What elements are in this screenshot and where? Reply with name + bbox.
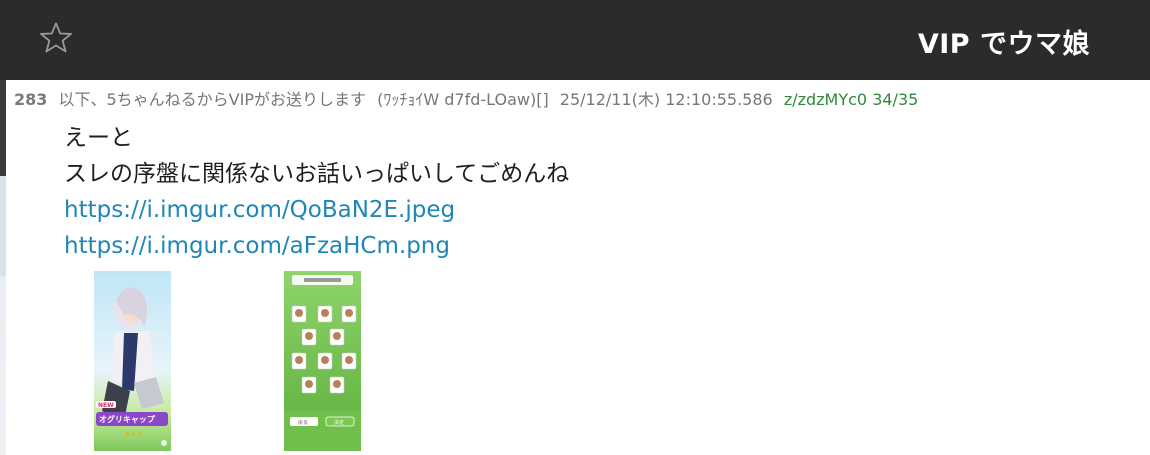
- svg-text:オグリキャップ: オグリキャップ: [99, 414, 156, 424]
- image-link[interactable]: https://i.imgur.com/aFzaHCm.png: [64, 228, 569, 264]
- svg-text:★★★: ★★★: [124, 430, 143, 438]
- thumbnail-umamusume-list[interactable]: 戻る 決定: [284, 271, 361, 451]
- body-line: えーと: [64, 125, 133, 151]
- image-link[interactable]: https://i.imgur.com/QoBaN2E.jpeg: [64, 192, 569, 228]
- post: 283 以下、5ちゃんねるからVIPがお送りします (ﾜｯﾁｮｲW d7fd-L…: [6, 80, 1150, 455]
- poster-name[interactable]: 以下、5ちゃんねるからVIPがお送りします: [59, 90, 367, 109]
- post-body: えーと スレの序盤に関係ないお話いっぱいしてごめんね https://i.img…: [64, 120, 569, 264]
- post-header: 283 以下、5ちゃんねるからVIPがお送りします (ﾜｯﾁｮｲW d7fd-L…: [14, 86, 924, 110]
- thread-title: VIP でウマ娘: [917, 29, 1090, 60]
- top-bar: VIP でウマ娘: [0, 0, 1150, 80]
- body-line: スレの序盤に関係ないお話いっぱいしてごめんね: [64, 161, 570, 187]
- thumbnail-oguri-cap[interactable]: NEW オグリキャップ ★★★: [94, 271, 171, 451]
- svg-text:戻る: 戻る: [298, 419, 308, 426]
- post-number[interactable]: 283: [14, 90, 47, 109]
- star-outline-icon[interactable]: [38, 20, 74, 56]
- post-datetime: 25/12/11(木) 12:10:55.586: [559, 90, 773, 109]
- svg-text:NEW: NEW: [98, 402, 114, 409]
- svg-text:決定: 決定: [334, 419, 344, 426]
- post-id[interactable]: z/zdzMYc0 34/35: [784, 90, 919, 109]
- poster-trip: (ﾜｯﾁｮｲW d7fd-LOaw)[]: [377, 90, 549, 109]
